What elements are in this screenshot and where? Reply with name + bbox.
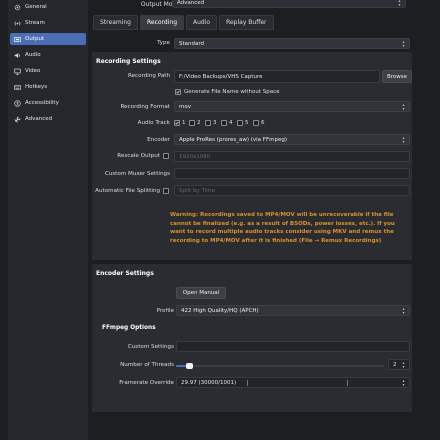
monitor-icon [14,68,21,75]
profile-value: 422 High Quality/HQ (APCH) [181,308,259,314]
audio-track-4-checkbox[interactable] [221,120,227,126]
output-tabs: Streaming Recording Audio Replay Buffer [93,15,274,30]
keyboard-icon [14,84,21,90]
auto-split-select: Split by Time [174,185,410,196]
select-arrows-icon: ▴ ▾ [402,306,405,315]
no-space-checkbox[interactable] [175,89,181,95]
tab-replay-buffer[interactable]: Replay Buffer [219,15,274,30]
threads-slider-track[interactable] [176,363,384,369]
sidebar-item-video[interactable]: Video [10,65,86,77]
encoder-label: Encoder [147,137,170,143]
ffmpeg-options-title: FFmpeg Options [102,325,156,331]
audio-track-6-label: 6 [261,120,265,126]
recording-format-select[interactable]: mov ▴ ▾ [174,101,410,112]
sidebar-item-label: Stream [25,20,45,26]
sidebar-item-label: Accessibility [25,100,59,106]
auto-split-checkbox[interactable] [163,188,169,194]
framerate-override-input[interactable]: 29.97 (30000/1001) ▴ ▾ [176,377,410,388]
audio-track-4-label: 4 [229,120,233,126]
recording-settings-title: Recording Settings [96,58,161,65]
browse-button[interactable]: Browse [382,70,412,83]
type-select[interactable]: Standard ▴ ▾ [174,38,410,49]
sidebar-item-label: Video [25,68,41,74]
select-arrows-icon: ▴ ▾ [402,39,405,48]
output-mode-value: Advanced [177,0,205,6]
sidebar-item-advanced[interactable]: Advanced [10,113,86,125]
encoder-select[interactable]: Apple ProRes (prores_aw) (via FFmpeg) ▴ ▾ [174,134,410,145]
broadcast-icon [14,21,21,25]
select-arrows-icon: ▴ ▾ [402,135,405,144]
sidebar-item-label: Advanced [25,116,53,122]
sidebar-item-stream[interactable]: Stream [10,17,86,29]
output-icon [14,36,21,42]
gear-icon [14,4,21,10]
spinbox-arrows-icon[interactable]: ▴ ▾ [401,361,406,369]
audio-track-3-checkbox[interactable] [205,120,211,126]
audio-track-3-label: 3 [213,120,217,126]
open-manual-button[interactable]: Open Manual [176,287,226,299]
checkmark-icon [175,121,179,125]
wrench-icon [14,116,21,123]
recording-path-input[interactable]: F:/Video Backups/VHS Capture [174,70,380,83]
custom-settings-label: Custom Settings [127,344,174,350]
audio-track-2-checkbox[interactable] [189,120,195,126]
recording-format-label: Recording Format [120,104,170,110]
tick-mark [247,380,248,386]
custom-settings-input[interactable] [176,341,410,352]
audio-track-label: Audio Track [137,120,170,126]
rescale-output-label: Rescale Output [117,153,160,159]
select-arrows-icon: ▴ ▾ [398,0,401,7]
encoder-settings-title: Encoder Settings [96,270,154,277]
audio-track-1-label: 1 [182,120,186,126]
output-settings-page: Output Mode Advanced ▴ ▾ Streaming Record… [88,0,428,440]
audio-track-5-label: 5 [245,120,249,126]
sidebar-item-label: Audio [25,52,41,58]
threads-spinbox[interactable]: 2 ▴ ▾ [388,359,410,370]
mp4-warning-text: Warning: Recordings saved to MP4/MOV wil… [170,212,395,244]
sidebar-item-label: General [25,4,47,10]
sidebar-item-accessibility[interactable]: Accessibility [10,97,86,109]
tab-recording[interactable]: Recording [140,15,185,30]
accessibility-icon [14,99,21,107]
spinbox-arrows-icon[interactable]: ▴ ▾ [401,379,406,387]
audio-track-5-checkbox[interactable] [237,120,243,126]
sidebar-item-general[interactable]: General [10,1,86,13]
auto-split-label: Automatic File Splitting [95,188,160,194]
framerate-override-value: 29.97 (30000/1001) [181,380,237,386]
rescale-output-checkbox[interactable] [163,153,169,159]
audio-track-2-label: 2 [197,120,201,126]
no-space-label: Generate File Name without Space [184,89,280,95]
profile-label: Profile [156,308,174,314]
threads-value: 2 [393,362,397,368]
type-value: Standard [179,41,205,47]
sidebar-item-audio[interactable]: Audio [10,49,86,61]
threads-slider-handle[interactable] [186,363,193,369]
encoder-value: Apple ProRes (prores_aw) (via FFmpeg) [179,137,287,143]
type-label: Type [157,40,170,46]
tick-mark [347,380,348,386]
profile-select[interactable]: 422 High Quality/HQ (APCH) ▴ ▾ [176,305,410,316]
sidebar-item-output[interactable]: Output [10,33,86,45]
checkmark-icon [176,90,180,94]
custom-muxer-label: Custom Muxer Settings [104,171,170,177]
threads-label: Number of Threads [120,362,174,368]
speaker-icon [14,52,21,58]
recording-format-value: mov [179,104,191,110]
custom-muxer-input[interactable] [174,168,410,179]
select-arrows-icon: ▴ ▾ [402,102,405,111]
rescale-output-select: 1920x1080 [174,151,410,162]
tab-streaming[interactable]: Streaming [93,15,138,30]
encoder-settings-panel [92,264,412,412]
recording-path-label: Recording Path [127,73,170,79]
output-mode-select[interactable]: Advanced ▴ ▾ [172,0,406,8]
threads-slider-fill [176,365,186,367]
audio-track-6-checkbox[interactable] [253,120,259,126]
sidebar-item-hotkeys[interactable]: Hotkeys [10,81,86,93]
sidebar-item-label: Hotkeys [25,84,48,90]
framerate-override-label: Framerate Override [119,380,174,386]
sidebar-item-label: Output [25,36,45,42]
tab-audio[interactable]: Audio [186,15,218,30]
audio-track-1-checkbox[interactable] [174,120,180,126]
settings-sidebar: General Stream Output Audio Video Hotkey… [8,0,88,440]
